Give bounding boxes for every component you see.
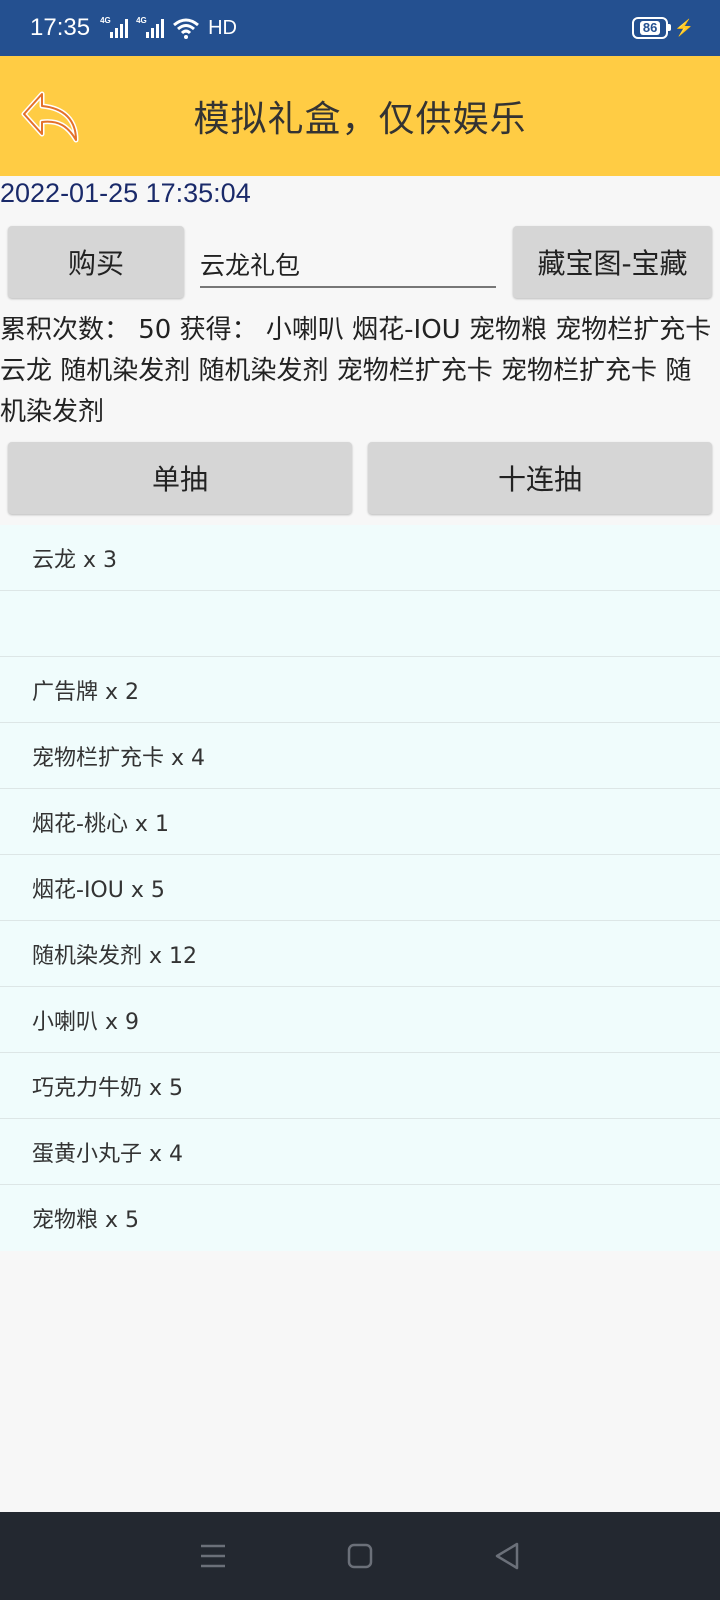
battery-level: 86: [639, 21, 661, 35]
charging-icon: ⚡: [674, 20, 694, 37]
network-type-label: 4G: [100, 16, 111, 25]
list-item: 蛋黄小丸子 x 4: [0, 1119, 720, 1185]
list-item: 广告牌 x 2: [0, 657, 720, 723]
list-item: 烟花-IOU x 5: [0, 855, 720, 921]
network-type-label: 4G: [136, 16, 147, 25]
signal-icon: 4G: [136, 16, 165, 38]
wifi-icon: [173, 18, 200, 39]
list-item: 宠物栏扩充卡 x 4: [0, 723, 720, 789]
list-item: 随机染发剂 x 12: [0, 921, 720, 987]
gift-pack-input[interactable]: [200, 242, 496, 288]
list-item: 小喇叭 x 9: [0, 987, 720, 1053]
single-draw-button[interactable]: 单抽: [8, 442, 352, 514]
results-list: 云龙 x 3 广告牌 x 2 宠物栏扩充卡 x 4 烟花-桃心 x 1 烟花-I…: [0, 525, 720, 1251]
list-item: 巧克力牛奶 x 5: [0, 1053, 720, 1119]
navigation-bar: [0, 1512, 720, 1600]
list-item: [0, 591, 720, 657]
current-datetime: 2022-01-25 17:35:04: [0, 178, 251, 208]
app-bar: 模拟礼盒，仅供娱乐: [0, 56, 720, 176]
list-item: 云龙 x 3: [0, 525, 720, 591]
home-icon[interactable]: [340, 1536, 380, 1576]
list-item: 宠物粮 x 5: [32, 1208, 140, 1233]
battery-icon: 86: [632, 17, 672, 39]
page-title: 模拟礼盒，仅供娱乐: [193, 99, 527, 140]
draw-summary: 累积次数： 50 获得： 小喇叭 烟花-IOU 宠物粮 宠物栏扩充卡 云龙 随机…: [0, 315, 712, 427]
back-icon[interactable]: [487, 1536, 527, 1576]
status-time: 17:35: [30, 14, 91, 41]
status-bar: 17:35 4G 4G HD 86 ⚡: [0, 0, 720, 56]
status-right: 86 ⚡: [632, 17, 694, 39]
menu-icon[interactable]: [193, 1536, 233, 1576]
status-icons: 4G 4G HD: [100, 16, 237, 40]
hd-indicator: HD: [208, 16, 237, 39]
signal-icon: 4G: [100, 16, 129, 38]
treasure-map-button[interactable]: 藏宝图-宝藏: [513, 226, 712, 298]
buy-button[interactable]: 购买: [8, 226, 184, 298]
list-item: 烟花-桃心 x 1: [0, 789, 720, 855]
ten-draw-button[interactable]: 十连抽: [368, 442, 712, 514]
back-arrow-icon[interactable]: [18, 84, 84, 150]
